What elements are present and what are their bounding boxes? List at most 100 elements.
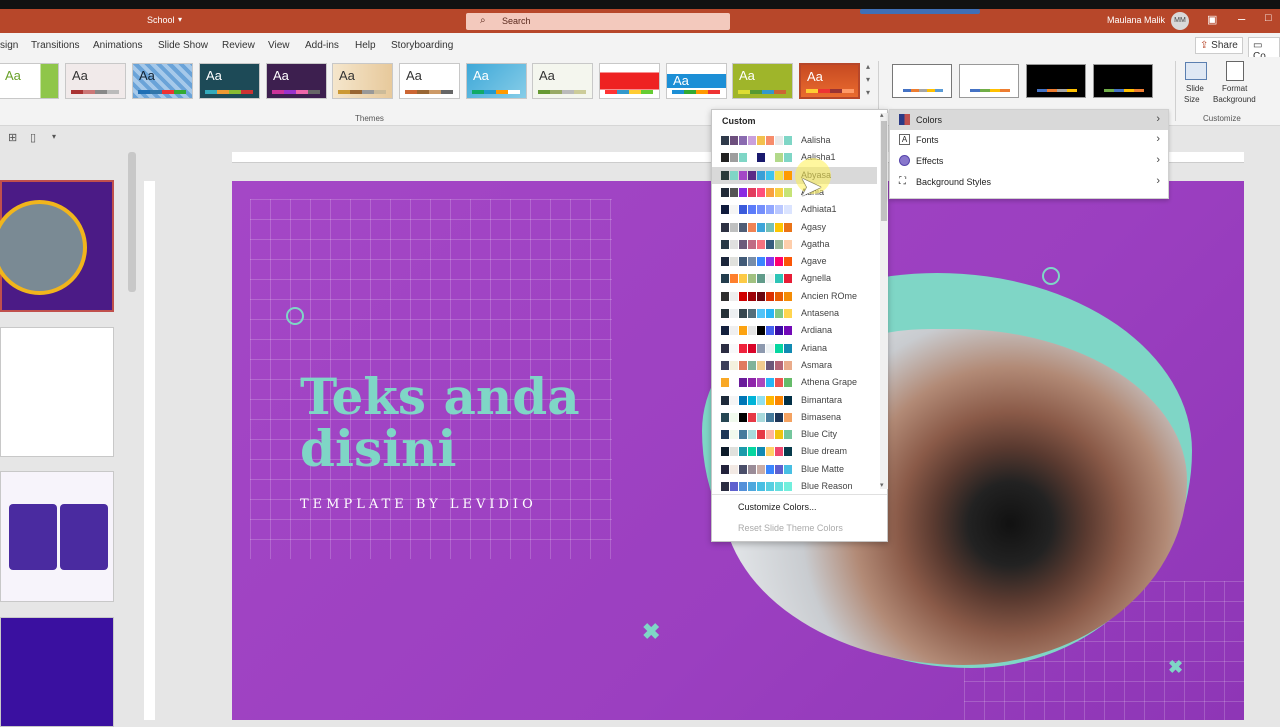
document-name[interactable]: School bbox=[147, 15, 175, 25]
theme-thumbnail[interactable]: Aa bbox=[399, 63, 460, 99]
theme-thumbnail-selected[interactable]: Aa bbox=[799, 63, 860, 99]
tab-transitions[interactable]: Transitions bbox=[31, 40, 80, 51]
color-scheme-name: Ardiana bbox=[801, 325, 833, 336]
dropdown-scrollbar[interactable]: ▴ ▾ bbox=[880, 111, 888, 489]
color-swatch bbox=[775, 136, 783, 145]
color-swatch bbox=[721, 326, 729, 336]
themes-scroll[interactable]: ▴ ▾ ▾ bbox=[866, 60, 876, 100]
tab-add-ins[interactable]: Add-ins bbox=[305, 40, 339, 51]
color-scheme-name: Ancien ROme bbox=[801, 290, 858, 301]
customize-colors-item[interactable]: Customize Colors... bbox=[738, 502, 817, 512]
theme-thumbnail[interactable]: Aa bbox=[532, 63, 593, 99]
chevron-right-icon: › bbox=[1156, 175, 1160, 187]
color-swatch bbox=[757, 205, 765, 215]
chevron-down-icon[interactable]: ▾ bbox=[52, 132, 56, 141]
menu-item-effects[interactable]: Effects › bbox=[890, 151, 1168, 171]
slide-title[interactable]: Teks anda disini bbox=[300, 371, 580, 475]
color-swatch bbox=[775, 430, 783, 440]
tab-storyboarding[interactable]: Storyboarding bbox=[391, 40, 453, 51]
theme-thumbnail[interactable]: Aa bbox=[199, 63, 260, 99]
color-scheme-item[interactable]: Ardiana bbox=[712, 322, 877, 339]
tab-design[interactable]: sign bbox=[0, 40, 18, 51]
ribbon-display-icon[interactable]: ▣ bbox=[1207, 13, 1217, 26]
reset-colors-item[interactable]: Reset Slide Theme Colors bbox=[738, 523, 843, 533]
color-swatch bbox=[757, 222, 765, 232]
color-scheme-item[interactable]: Agasy bbox=[712, 219, 877, 236]
slide-thumbnail-1[interactable] bbox=[0, 180, 114, 312]
share-button[interactable]: ⇪ Share bbox=[1195, 37, 1243, 54]
color-scheme-item[interactable]: Aalisha bbox=[712, 132, 877, 149]
slide-thumbnail-2[interactable] bbox=[0, 327, 114, 457]
color-swatch bbox=[775, 395, 783, 405]
color-scheme-item[interactable]: Bimantara bbox=[712, 392, 877, 409]
theme-thumbnail[interactable]: Aa bbox=[332, 63, 393, 99]
theme-thumbnail[interactable] bbox=[599, 63, 660, 99]
format-background-label[interactable]: Format bbox=[1222, 84, 1247, 93]
theme-thumbnail[interactable]: Aa bbox=[132, 63, 193, 99]
avatar[interactable]: MM bbox=[1171, 12, 1189, 30]
color-scheme-item[interactable]: Aalisha1 bbox=[712, 149, 877, 166]
tab-slide-show[interactable]: Slide Show bbox=[158, 40, 208, 51]
theme-thumbnail[interactable]: Aa bbox=[266, 63, 327, 99]
variant-thumbnail[interactable] bbox=[959, 64, 1019, 98]
menu-item-colors[interactable]: Colors › bbox=[890, 110, 1168, 130]
restore-icon[interactable]: □ bbox=[1265, 12, 1272, 24]
color-scheme-item[interactable]: Blue Matte bbox=[712, 461, 877, 478]
format-background-icon[interactable] bbox=[1226, 61, 1244, 81]
color-scheme-item[interactable]: Adhia bbox=[712, 184, 877, 201]
color-scheme-item[interactable]: Agatha bbox=[712, 236, 877, 253]
color-scheme-item[interactable]: Asmara bbox=[712, 357, 877, 374]
color-swatch bbox=[766, 309, 774, 318]
slide-size-label[interactable]: Slide bbox=[1186, 84, 1204, 93]
color-scheme-item[interactable]: Ariana bbox=[712, 340, 877, 357]
color-scheme-item[interactable]: Agnella bbox=[712, 270, 877, 287]
color-swatch bbox=[757, 136, 765, 145]
slide-layout-icon[interactable]: ⊞ bbox=[8, 131, 17, 144]
color-scheme-item[interactable]: Antasena bbox=[712, 305, 877, 322]
color-swatch bbox=[739, 222, 747, 232]
thumbnail-scrollbar[interactable] bbox=[128, 152, 136, 292]
scroll-up-icon[interactable]: ▴ bbox=[880, 111, 884, 119]
color-scheme-item[interactable]: Bimasena bbox=[712, 409, 877, 426]
color-swatch bbox=[757, 274, 765, 284]
search-icon: ⌕ bbox=[480, 15, 486, 26]
menu-item-background-styles[interactable]: ⛶ Background Styles › bbox=[890, 172, 1168, 192]
tab-view[interactable]: View bbox=[268, 40, 290, 51]
color-scheme-item[interactable]: Agave bbox=[712, 253, 877, 270]
minimize-icon[interactable]: – bbox=[1238, 11, 1245, 26]
color-swatch bbox=[730, 205, 738, 215]
theme-thumbnail[interactable]: Aa bbox=[0, 63, 59, 99]
color-swatch bbox=[721, 274, 729, 284]
color-swatch bbox=[730, 430, 738, 440]
variant-thumbnail[interactable] bbox=[1093, 64, 1153, 98]
theme-thumbnail[interactable]: Aa bbox=[666, 63, 727, 99]
color-swatch bbox=[784, 482, 792, 491]
color-scheme-item[interactable]: Blue Reason bbox=[712, 478, 877, 495]
slide-size-icon[interactable] bbox=[1185, 62, 1207, 80]
slide-thumbnail-4[interactable] bbox=[0, 617, 114, 727]
color-scheme-item[interactable]: Blue City bbox=[712, 426, 877, 443]
search-input[interactable]: ⌕ Search bbox=[466, 13, 730, 30]
tab-animations[interactable]: Animations bbox=[93, 40, 142, 51]
color-scheme-item[interactable]: Ancien ROme bbox=[712, 288, 877, 305]
slide-subtitle[interactable]: TEMPLATE BY LEVIDIO bbox=[300, 497, 537, 512]
theme-thumbnail[interactable]: Aa bbox=[65, 63, 126, 99]
variant-thumbnail[interactable] bbox=[892, 64, 952, 98]
tab-help[interactable]: Help bbox=[355, 40, 376, 51]
chevron-down-icon[interactable]: ▾ bbox=[178, 15, 182, 24]
theme-thumbnail[interactable]: Aa bbox=[732, 63, 793, 99]
color-scheme-item[interactable]: Adhiata1 bbox=[712, 201, 877, 218]
color-swatch bbox=[766, 395, 774, 405]
color-scheme-item[interactable]: Blue dream bbox=[712, 443, 877, 460]
color-swatches bbox=[721, 153, 793, 163]
color-scheme-name: Adhiata1 bbox=[801, 204, 837, 215]
tab-review[interactable]: Review bbox=[222, 40, 255, 51]
variant-thumbnail[interactable] bbox=[1026, 64, 1086, 98]
scroll-down-icon[interactable]: ▾ bbox=[880, 481, 884, 489]
color-scheme-item[interactable]: Athena Grape bbox=[712, 374, 877, 391]
slide-thumbnail-3[interactable] bbox=[0, 471, 114, 602]
new-slide-icon[interactable]: ▯ bbox=[30, 131, 36, 144]
user-name[interactable]: Maulana Malik bbox=[1107, 15, 1165, 25]
menu-item-fonts[interactable]: A Fonts › bbox=[890, 130, 1168, 150]
theme-thumbnail[interactable]: Aa bbox=[466, 63, 527, 99]
